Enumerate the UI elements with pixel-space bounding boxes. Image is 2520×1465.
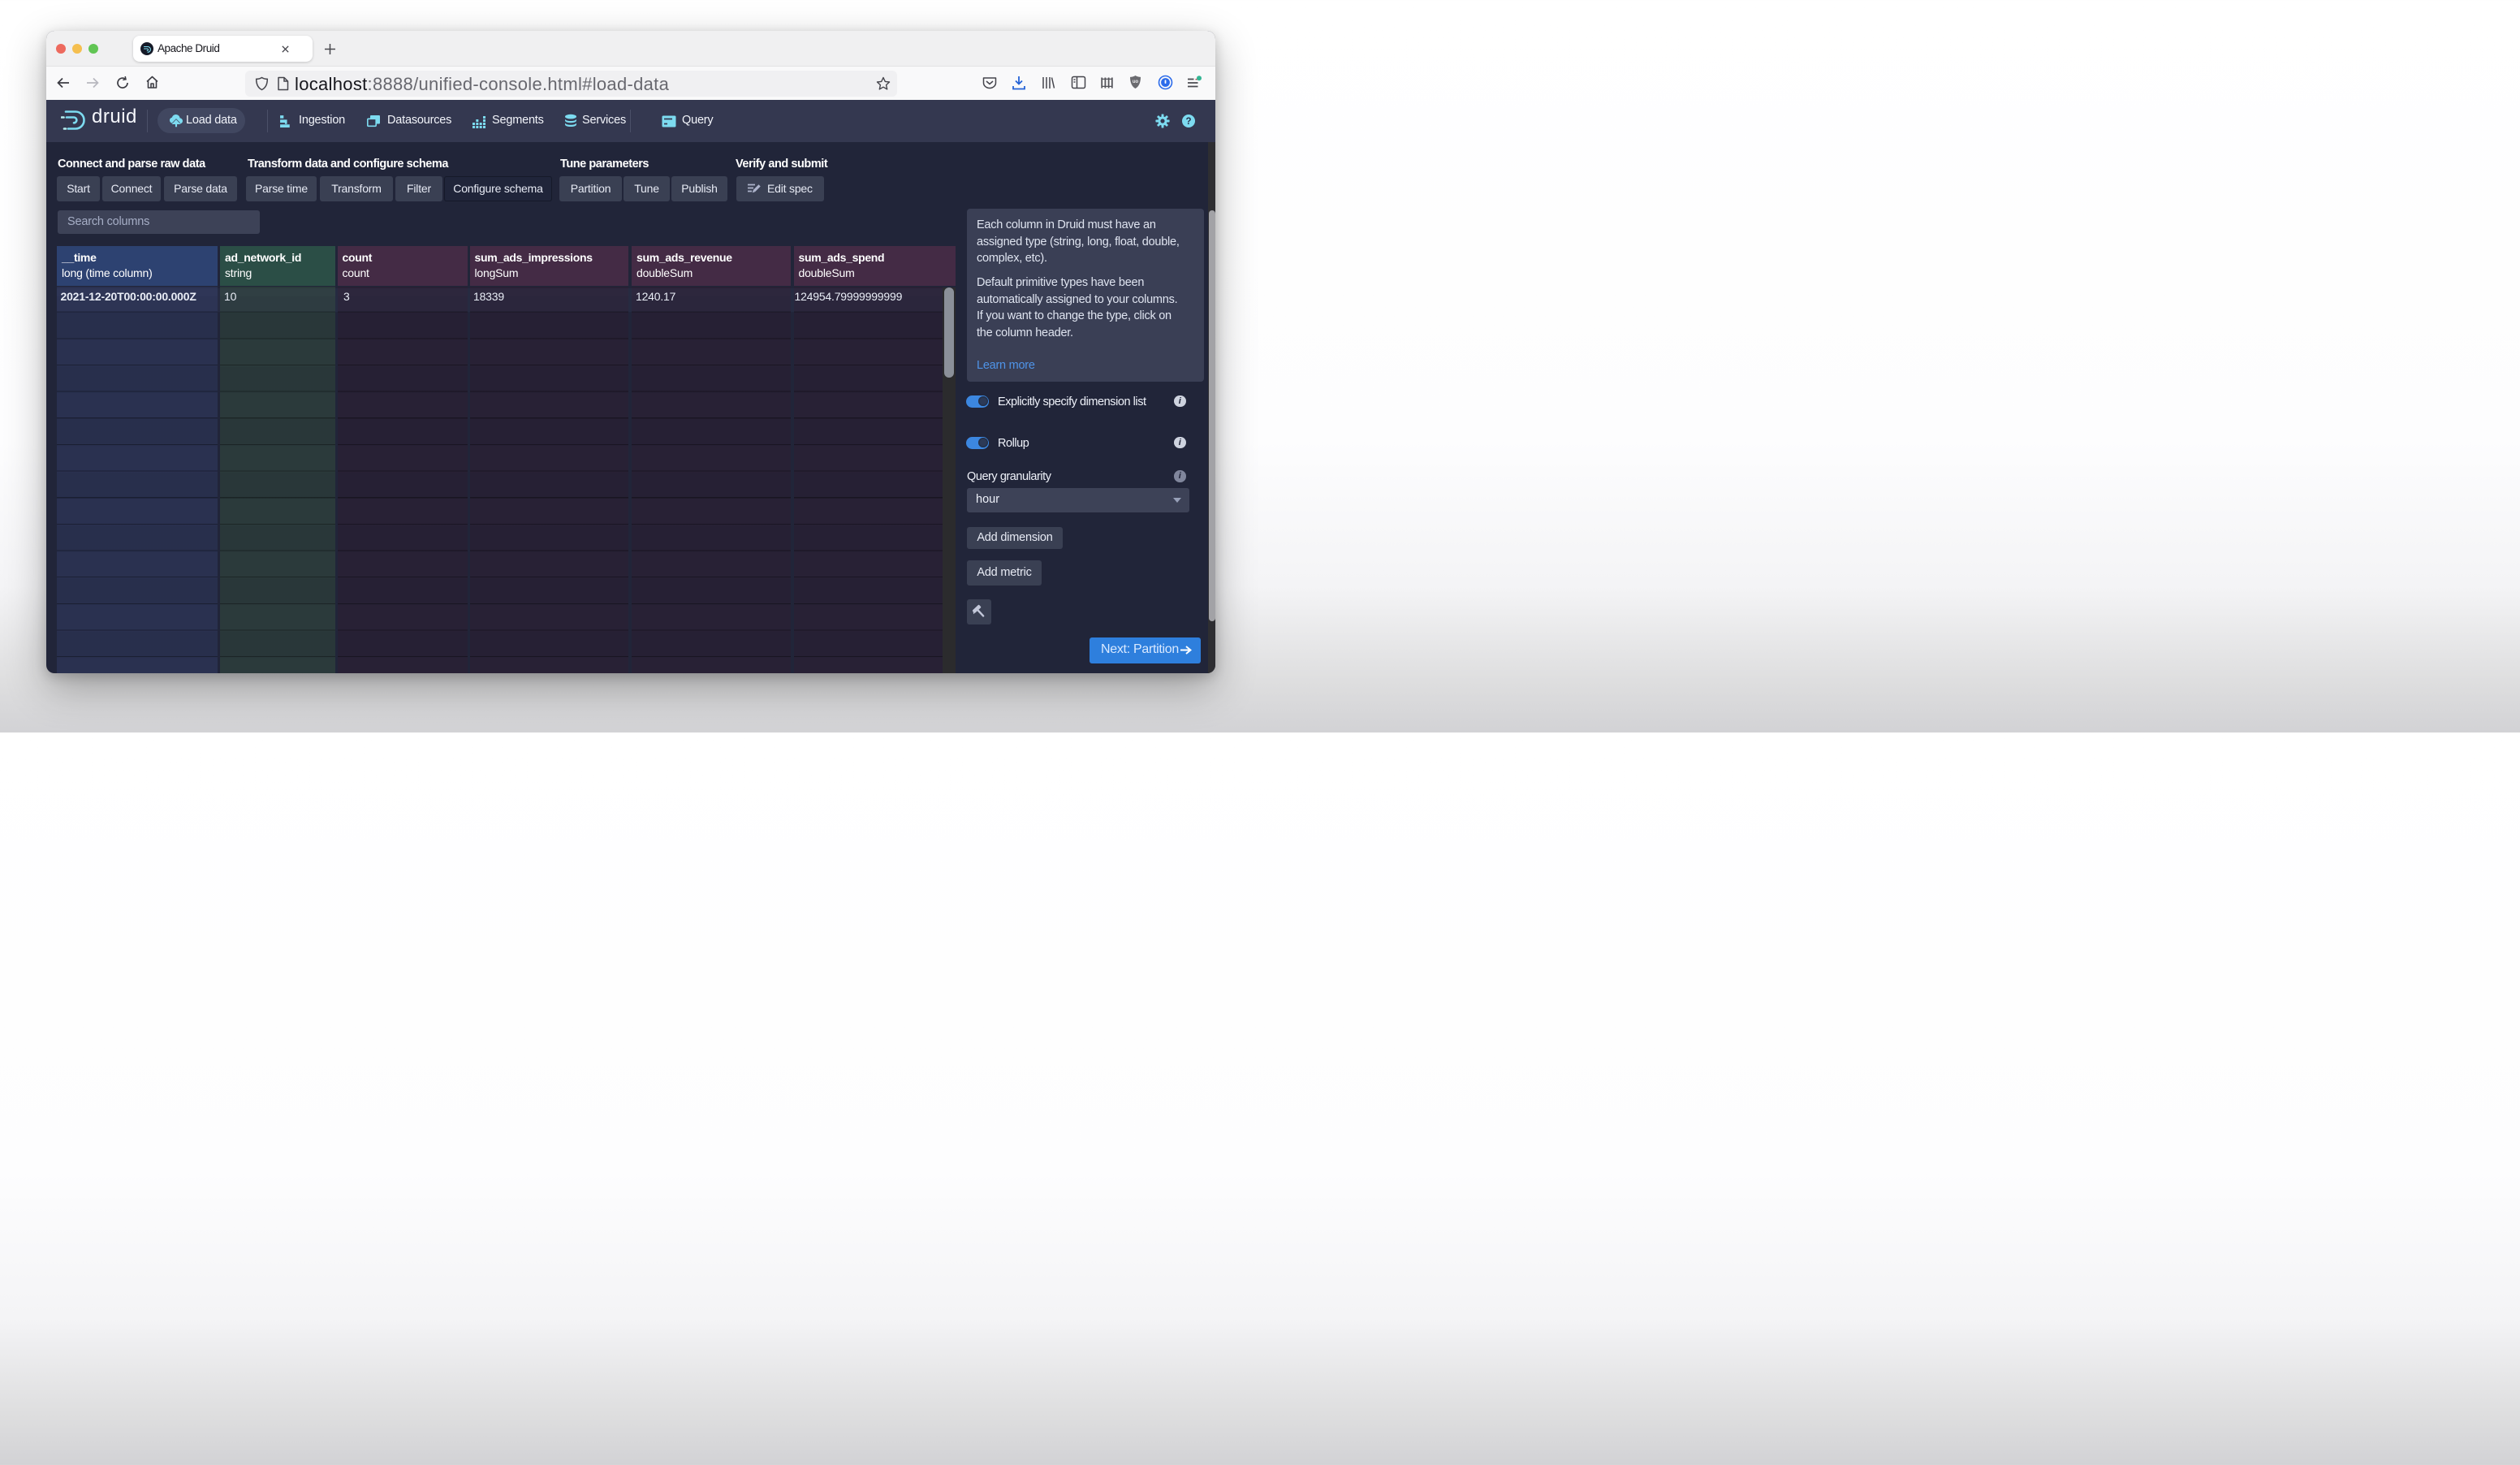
svg-text:?: ? (1185, 117, 1191, 127)
svg-text:uo: uo (1133, 80, 1139, 84)
